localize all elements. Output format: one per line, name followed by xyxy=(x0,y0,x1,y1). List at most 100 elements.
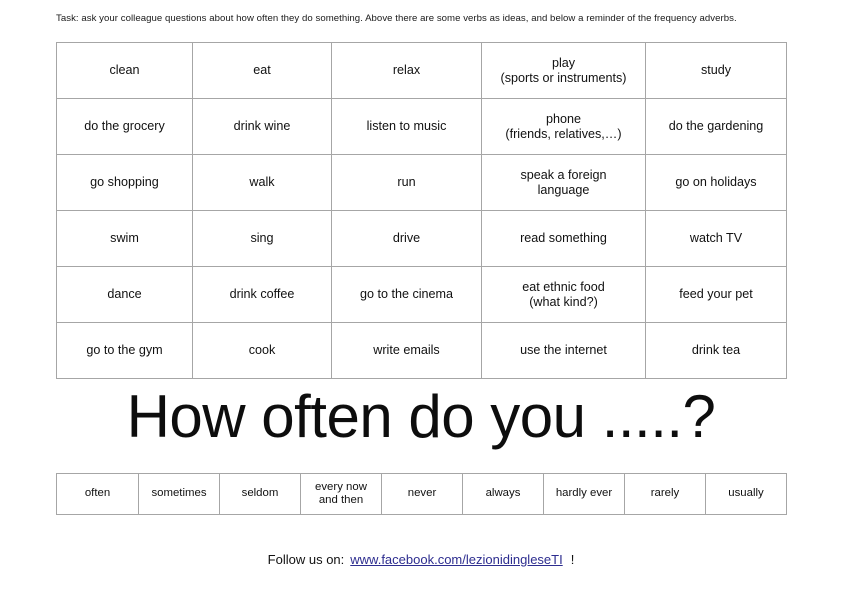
verb-cell-line1: swim xyxy=(110,231,139,245)
verb-cell[interactable]: dance xyxy=(56,266,193,323)
verb-cell-line1: sing xyxy=(250,231,274,245)
verb-cell-line1: use the internet xyxy=(520,343,607,357)
adverb-cell[interactable]: often xyxy=(56,473,139,515)
verb-cell[interactable]: go shopping xyxy=(56,154,193,211)
verb-cell[interactable]: go to the gym xyxy=(56,322,193,379)
table-row: go to the gym cook write emails use the … xyxy=(56,322,787,379)
adverb-cell-line1: always xyxy=(485,487,521,500)
verb-cell-line1: phone xyxy=(545,111,582,126)
verb-cell[interactable]: do the grocery xyxy=(56,98,193,155)
verb-cell[interactable]: relax xyxy=(331,42,482,99)
task-instruction: Task: ask your colleague questions about… xyxy=(56,13,737,24)
verb-cell[interactable]: feed your pet xyxy=(645,266,787,323)
table-row: dance drink coffee go to the cinema eat … xyxy=(56,266,787,323)
verb-cell-line1: eat xyxy=(253,63,271,77)
verb-cell[interactable]: drink coffee xyxy=(192,266,332,323)
verb-cell[interactable]: drink wine xyxy=(192,98,332,155)
verb-cell-line1: drive xyxy=(392,231,421,245)
frequency-adverbs-body: often sometimes seldom every now and then… xyxy=(56,473,787,515)
verb-cell[interactable]: sing xyxy=(192,210,332,267)
verb-cell-line1: drink wine xyxy=(233,119,291,133)
table-row: swim sing drive read something watch TV xyxy=(56,210,787,267)
verb-cell[interactable]: speak a foreign language xyxy=(481,154,646,211)
verb-cell-line1: drink tea xyxy=(691,343,741,357)
verb-cell-line1: listen to music xyxy=(366,119,447,133)
verb-cell[interactable]: read something xyxy=(481,210,646,267)
footer-prefix: Follow us on: xyxy=(267,552,345,567)
adverb-cell[interactable]: sometimes xyxy=(138,473,220,515)
verb-cell-line2: language xyxy=(537,182,590,197)
verb-cell[interactable]: study xyxy=(645,42,787,99)
verb-cell-line1: relax xyxy=(392,63,421,77)
page-title: How often do you .....? xyxy=(126,383,716,450)
footer-suffix: ! xyxy=(570,552,575,567)
adverb-cell[interactable]: rarely xyxy=(624,473,706,515)
adverb-cell[interactable]: always xyxy=(462,473,544,515)
verb-cell-line1: run xyxy=(397,175,416,189)
table-row: often sometimes seldom every now and then… xyxy=(56,473,787,515)
frequency-adverbs-table: often sometimes seldom every now and then… xyxy=(56,473,787,515)
adverb-cell[interactable]: every now and then xyxy=(300,473,382,515)
verb-cell-line1: feed your pet xyxy=(679,287,753,301)
adverb-cell-line1: every now xyxy=(315,480,367,493)
verb-cell-line1: clean xyxy=(109,63,140,77)
verb-cell[interactable]: do the gardening xyxy=(645,98,787,155)
verb-cell-line2: (what kind?) xyxy=(529,294,598,309)
adverb-cell-line1: hardly ever xyxy=(555,487,613,500)
verb-cell-line1: cook xyxy=(248,343,276,357)
verb-cell[interactable]: play (sports or instruments) xyxy=(481,42,646,99)
verb-cell-line1: write emails xyxy=(373,343,440,357)
table-row: clean eat relax play (sports or instrumen… xyxy=(56,42,787,99)
verb-cell-line1: go to the gym xyxy=(86,343,163,357)
verb-cell[interactable]: eat ethnic food (what kind?) xyxy=(481,266,646,323)
verb-cell-line1: speak a foreign xyxy=(520,167,607,182)
verb-cell[interactable]: use the internet xyxy=(481,322,646,379)
adverb-cell-line1: sometimes xyxy=(151,487,207,500)
verb-cell-line1: do the grocery xyxy=(84,119,165,133)
verb-cell-line1: watch TV xyxy=(689,231,743,245)
adverb-cell-line2: and then xyxy=(318,494,364,506)
verb-cell[interactable]: drive xyxy=(331,210,482,267)
verb-cell-line1: go on holidays xyxy=(675,175,757,189)
verb-cell-line1: walk xyxy=(249,175,275,189)
verb-cell[interactable]: eat xyxy=(192,42,332,99)
table-row: go shopping walk run speak a foreign lang… xyxy=(56,154,787,211)
verb-cell-line1: do the gardening xyxy=(668,119,764,133)
verb-cell-line1: dance xyxy=(107,287,142,301)
verb-cell[interactable]: write emails xyxy=(331,322,482,379)
adverb-cell[interactable]: hardly ever xyxy=(543,473,625,515)
verb-cell[interactable]: walk xyxy=(192,154,332,211)
verb-cell[interactable]: swim xyxy=(56,210,193,267)
adverb-cell[interactable]: usually xyxy=(705,473,787,515)
verb-cell[interactable]: phone (friends, relatives,…) xyxy=(481,98,646,155)
verb-cell[interactable]: go to the cinema xyxy=(331,266,482,323)
verb-cell[interactable]: cook xyxy=(192,322,332,379)
verb-cell[interactable]: run xyxy=(331,154,482,211)
facebook-link[interactable]: www.facebook.com/lezionidingleseTI xyxy=(350,552,562,567)
adverb-cell[interactable]: seldom xyxy=(219,473,301,515)
verb-cell[interactable]: watch TV xyxy=(645,210,787,267)
adverb-cell-line1: often xyxy=(84,487,111,500)
verb-cell-line1: go shopping xyxy=(90,175,159,189)
verb-cell[interactable]: drink tea xyxy=(645,322,787,379)
adverb-cell-line1: rarely xyxy=(650,487,680,500)
verb-cell[interactable]: clean xyxy=(56,42,193,99)
adverb-cell-line1: never xyxy=(407,487,437,500)
verb-cell[interactable]: go on holidays xyxy=(645,154,787,211)
verbs-table-body: clean eat relax play (sports or instrumen… xyxy=(56,42,787,379)
verb-cell-line1: play xyxy=(551,55,576,70)
verb-cell-line1: drink coffee xyxy=(229,287,295,301)
verb-cell-line1: read something xyxy=(520,231,607,245)
verb-cell-line2: (sports or instruments) xyxy=(500,70,627,85)
verb-cell-line2: (friends, relatives,…) xyxy=(505,126,622,141)
adverb-cell-line1: seldom xyxy=(241,487,279,500)
table-row: do the grocery drink wine listen to musi… xyxy=(56,98,787,155)
verbs-table: clean eat relax play (sports or instrumen… xyxy=(56,42,787,379)
verb-cell[interactable]: listen to music xyxy=(331,98,482,155)
verb-cell-line1: go to the cinema xyxy=(359,287,454,301)
adverb-cell[interactable]: never xyxy=(381,473,463,515)
verb-cell-line1: eat ethnic food xyxy=(522,279,605,294)
verb-cell-line1: study xyxy=(700,63,732,77)
footer: Follow us on: www.facebook.com/lezionidin… xyxy=(0,551,842,569)
adverb-cell-line1: usually xyxy=(728,487,764,500)
